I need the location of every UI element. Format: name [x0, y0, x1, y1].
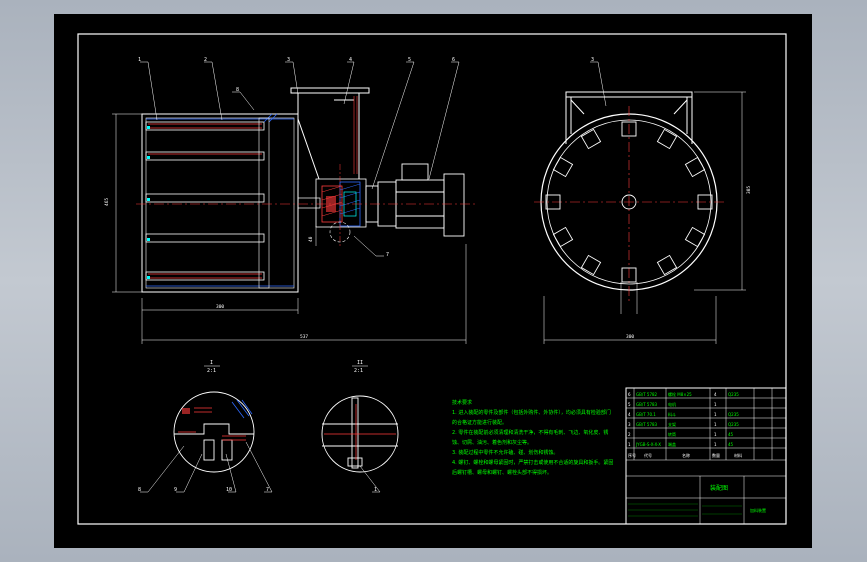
detail-i-scale: 2:1 — [207, 368, 216, 374]
tech-note-line: 蚀、切屑、油污、着色剂和灰尘等。 — [452, 439, 532, 446]
svg-text:1: 1 — [714, 422, 717, 427]
svg-text:Q235: Q235 — [728, 422, 739, 427]
part-label-5: 5 — [408, 57, 411, 63]
detail-i-label-7: 7 — [266, 487, 269, 493]
svg-text:3: 3 — [628, 422, 631, 427]
svg-text:45: 45 — [728, 432, 734, 437]
bom-header: 序号 代号 名称 数量 材料 — [628, 452, 742, 458]
svg-text:1: 1 — [714, 432, 717, 437]
tech-notes: 技术要求 1. 进入装配的零件及部件（包括外购件、外协件），均必须具有检验部门 … — [452, 399, 613, 476]
tech-notes-title: 技术要求 — [452, 399, 472, 406]
svg-text:螺栓 M8×25: 螺栓 M8×25 — [668, 391, 692, 397]
detail-ii-label-1: 1 — [374, 487, 377, 493]
svg-text:电机: 电机 — [668, 401, 676, 407]
tech-note-line: 3. 装配过程中零件不允许磕、碰、划伤和锈蚀。 — [452, 449, 558, 456]
detail-i-label-8: 8 — [138, 487, 141, 493]
svg-text:转筒: 转筒 — [668, 431, 676, 437]
part-label-4: 4 — [349, 57, 352, 63]
svg-text:支架: 支架 — [668, 421, 676, 427]
svg-text:序号: 序号 — [628, 452, 636, 458]
bom-row: 3 GB/T 5783 支架 1 Q235 — [628, 421, 739, 427]
side-view: 1 2 3 4 5 6 8 7 465 300 537 40 — [104, 57, 476, 344]
part-label-8: 8 — [236, 87, 239, 93]
svg-text:1: 1 — [714, 442, 717, 447]
svg-text:GB/T 5782: GB/T 5782 — [636, 392, 658, 397]
svg-text:45: 45 — [728, 442, 734, 447]
bom-row: 6 GB/T 5782 螺栓 M8×25 4 Q235 — [628, 391, 739, 397]
tech-note-line: 4. 螺钉、螺栓和螺母紧固时，严禁打击或使用不合适的旋具和扳手。紧固 — [452, 459, 613, 466]
part-label-2: 2 — [204, 57, 207, 63]
detail-ii-scale: 2:1 — [354, 368, 363, 374]
tech-note-line: 2. 零件在装配前必须清理和清洗干净，不得有毛刺、飞边、氧化皮、锈 — [452, 429, 608, 436]
part-label-3: 3 — [287, 57, 290, 63]
part-label-6: 6 — [452, 57, 455, 63]
svg-text:GB/T 5783: GB/T 5783 — [636, 422, 658, 427]
detail-i-title: I — [210, 360, 213, 366]
svg-text:2: 2 — [628, 432, 631, 437]
front-part-label-3: 3 — [591, 57, 594, 63]
dim-total-length: 537 — [300, 334, 308, 340]
svg-text:4: 4 — [714, 392, 717, 397]
title-block: 6 GB/T 5782 螺栓 M8×25 4 Q235 5 GB/T 5783 … — [625, 387, 787, 525]
svg-text:4: 4 — [628, 412, 631, 417]
drawing-sheet: 1 2 3 4 5 6 8 7 465 300 537 40 3 305 300… — [54, 14, 812, 548]
svg-text:数量: 数量 — [712, 452, 720, 458]
part-label-1: 1 — [138, 57, 141, 63]
svg-text:Q235: Q235 — [728, 392, 739, 397]
front-view: 3 305 300 — [534, 57, 752, 344]
detail-i-view: I 2:1 8 9 10 7 — [138, 360, 273, 493]
detail-i-label-9: 9 — [174, 487, 177, 493]
tech-note-line: 1. 进入装配的零件及部件（包括外购件、外协件），均必须具有检验部门 — [452, 409, 611, 416]
cad-drawing: 1 2 3 4 5 6 8 7 465 300 537 40 3 305 300… — [77, 33, 787, 525]
detail-ii-title: II — [357, 360, 363, 366]
svg-text:GB/T 70.1: GB/T 70.1 — [636, 412, 656, 417]
detail-ii-view: II 2:1 1 — [321, 360, 399, 493]
detail-i-label-10: 10 — [226, 487, 232, 493]
bom-row: 1 JYGB-S-X-X-X 端盖 1 45 — [628, 441, 734, 447]
bom-row: 2 转筒 1 45 — [628, 431, 734, 437]
drawing-name: 装配图 — [710, 484, 728, 492]
svg-text:名称: 名称 — [682, 452, 690, 458]
front-dim-height: 305 — [746, 186, 752, 194]
svg-text:GB/T 5783: GB/T 5783 — [636, 402, 658, 407]
svg-text:1: 1 — [628, 442, 631, 447]
tech-note-line: 的合格证方能进行装配。 — [452, 419, 507, 426]
bom-row: 4 GB/T 70.1 料斗 1 Q235 — [628, 411, 739, 417]
bom-row: 5 GB/T 5783 电机 1 — [628, 401, 717, 407]
school-name: 加料装置 — [750, 507, 766, 513]
dim-flange: 40 — [308, 236, 314, 242]
svg-text:6: 6 — [628, 392, 631, 397]
dim-body-length: 300 — [216, 304, 224, 310]
svg-text:1: 1 — [714, 402, 717, 407]
svg-text:5: 5 — [628, 402, 631, 407]
svg-text:1: 1 — [714, 412, 717, 417]
svg-text:Q235: Q235 — [728, 412, 739, 417]
svg-text:材料: 材料 — [734, 452, 742, 458]
svg-text:料斗: 料斗 — [668, 411, 676, 417]
part-label-7: 7 — [386, 252, 389, 258]
svg-text:JYGB-S-X-X-X: JYGB-S-X-X-X — [635, 442, 661, 447]
svg-text:代号: 代号 — [644, 452, 652, 458]
front-dim-width: 300 — [626, 334, 634, 340]
svg-text:端盖: 端盖 — [668, 441, 676, 447]
dim-height: 465 — [104, 198, 110, 206]
tech-note-line: 后螺钉槽、螺母和螺钉、螺栓头部不得损坏。 — [452, 469, 552, 476]
